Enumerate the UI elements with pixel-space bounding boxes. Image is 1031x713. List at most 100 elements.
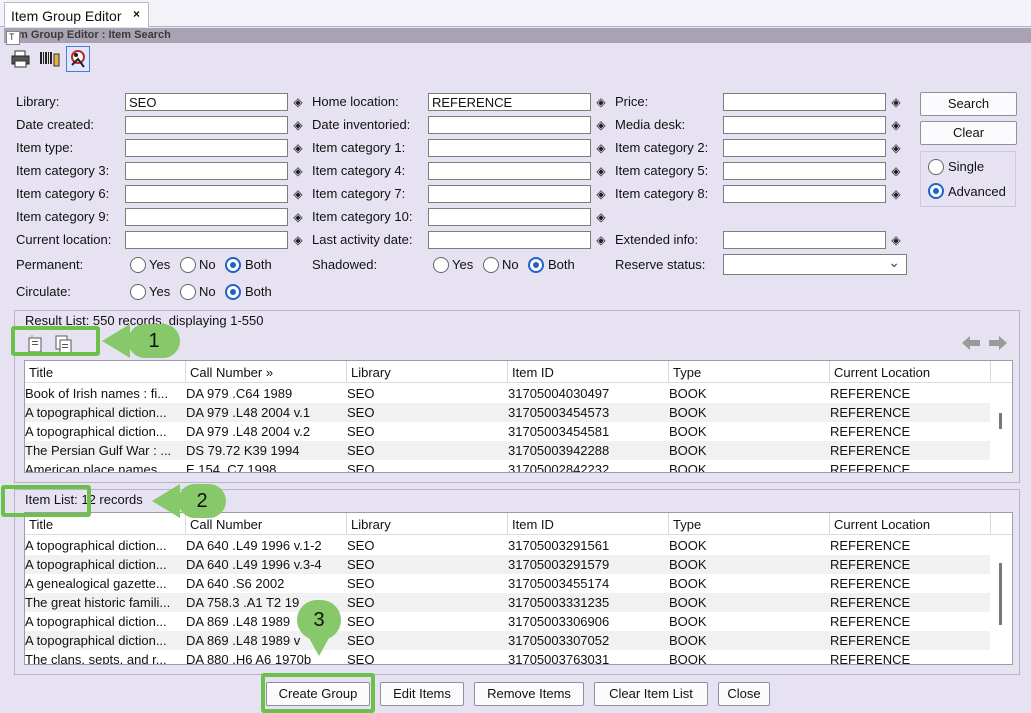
scrollbar-thumb[interactable]	[999, 413, 1002, 429]
shadowed-yes-radio[interactable]	[433, 257, 449, 273]
table-row[interactable]: A genealogical gazette... DA 640 .S6 200…	[25, 574, 991, 593]
last-activity-date-field[interactable]	[428, 231, 591, 249]
item-list-scrollbar[interactable]	[990, 535, 1012, 664]
edit-items-button[interactable]: Edit Items	[380, 682, 464, 706]
extended-info-picker-icon[interactable]: ◈	[889, 232, 903, 248]
circulate-both-radio[interactable]	[225, 284, 241, 300]
close-icon[interactable]: ×	[133, 7, 140, 21]
item-type-field[interactable]	[125, 139, 288, 157]
column-header-current-location[interactable]: Current Location	[830, 513, 991, 535]
column-header-item-id[interactable]: Item ID	[508, 513, 669, 535]
clear-item-list-button[interactable]: Clear Item List	[594, 682, 708, 706]
item-category-10-field[interactable]	[428, 208, 591, 226]
media-desk-field[interactable]	[723, 116, 886, 134]
cell-type: BOOK	[669, 595, 707, 610]
price-field[interactable]	[723, 93, 886, 111]
item-category-7-picker-icon[interactable]: ◈	[594, 186, 608, 202]
column-header-item-id[interactable]: Item ID	[508, 361, 669, 383]
column-header-library[interactable]: Library	[347, 361, 508, 383]
library-field[interactable]: SEO	[125, 93, 288, 111]
result-list-table[interactable]: Title Call Number » Library Item ID Type…	[24, 360, 1013, 473]
single-mode-radio[interactable]	[928, 159, 944, 175]
item-category-6-field[interactable]	[125, 185, 288, 203]
column-header-title[interactable]: Title	[25, 361, 186, 383]
table-row[interactable]: A topographical diction... DA 979 .L48 2…	[25, 403, 991, 422]
permanent-both-radio[interactable]	[225, 257, 241, 273]
media-desk-picker-icon[interactable]: ◈	[889, 117, 903, 133]
extended-info-field[interactable]	[723, 231, 886, 249]
column-header-library[interactable]: Library	[347, 513, 508, 535]
date-created-field[interactable]	[125, 116, 288, 134]
table-row[interactable]: The great historic famili... DA 758.3 .A…	[25, 593, 991, 612]
scrollbar-thumb[interactable]	[999, 563, 1002, 625]
search-button[interactable]: Search	[920, 92, 1017, 116]
permanent-yes-radio[interactable]	[130, 257, 146, 273]
item-list-table[interactable]: Title Call Number Library Item ID Type C…	[24, 512, 1013, 665]
cell-item-id: 31705003331235	[508, 595, 610, 610]
item-category-6-picker-icon[interactable]: ◈	[291, 186, 305, 202]
current-location-picker-icon[interactable]: ◈	[291, 232, 305, 248]
table-row[interactable]: A topographical diction... DA 869 .L48 1…	[25, 612, 991, 631]
item-category-7-field[interactable]	[428, 185, 591, 203]
table-row[interactable]: The clans, septs, and r... DA 880 .H6 A6…	[25, 650, 991, 664]
item-category-8-field[interactable]	[723, 185, 886, 203]
home-location-picker-icon[interactable]: ◈	[594, 94, 608, 110]
date-inventoried-picker-icon[interactable]: ◈	[594, 117, 608, 133]
advanced-mode-radio[interactable]	[928, 183, 944, 199]
circulate-yes-radio[interactable]	[130, 284, 146, 300]
permanent-no-radio[interactable]	[180, 257, 196, 273]
table-row[interactable]: Book of Irish names : fi... DA 979 .C64 …	[25, 384, 991, 403]
item-category-2-picker-icon[interactable]: ◈	[889, 140, 903, 156]
table-row[interactable]: A topographical diction... DA 979 .L48 2…	[25, 422, 991, 441]
wizard-icon[interactable]	[66, 46, 90, 72]
tab-item-group-editor[interactable]: Item Group Editor ×	[4, 2, 149, 27]
item-category-1-field[interactable]	[428, 139, 591, 157]
date-created-picker-icon[interactable]: ◈	[291, 117, 305, 133]
date-inventoried-field[interactable]	[428, 116, 591, 134]
item-category-8-picker-icon[interactable]: ◈	[889, 186, 903, 202]
cell-call-number: E 154 .C7 1998	[186, 462, 277, 473]
item-category-5-picker-icon[interactable]: ◈	[889, 163, 903, 179]
table-row[interactable]: American place names ... E 154 .C7 1998 …	[25, 460, 991, 473]
remove-items-button[interactable]: Remove Items	[474, 682, 584, 706]
previous-arrow-icon[interactable]	[960, 334, 982, 352]
column-header-call-number[interactable]: Call Number »	[186, 361, 347, 383]
item-category-9-field[interactable]	[125, 208, 288, 226]
column-header-type[interactable]: Type	[669, 513, 830, 535]
library-picker-icon[interactable]: ◈	[291, 94, 305, 110]
table-row[interactable]: The Persian Gulf War : ... DS 79.72 K39 …	[25, 441, 991, 460]
item-category-3-picker-icon[interactable]: ◈	[291, 163, 305, 179]
column-header-current-location[interactable]: Current Location	[830, 361, 991, 383]
next-arrow-icon[interactable]	[987, 334, 1009, 352]
item-category-1-picker-icon[interactable]: ◈	[594, 140, 608, 156]
printer-icon[interactable]	[10, 48, 34, 74]
item-category-5-field[interactable]	[723, 162, 886, 180]
cell-library: SEO	[347, 443, 375, 458]
result-list-scrollbar[interactable]	[990, 383, 1012, 472]
table-row[interactable]: A topographical diction... DA 640 .L49 1…	[25, 555, 991, 574]
close-button[interactable]: Close	[718, 682, 770, 706]
circulate-no-radio[interactable]	[180, 284, 196, 300]
item-category-3-field[interactable]	[125, 162, 288, 180]
reserve-status-label: Reserve status:	[615, 257, 706, 272]
item-type-picker-icon[interactable]: ◈	[291, 140, 305, 156]
item-category-10-picker-icon[interactable]: ◈	[594, 209, 608, 225]
shadowed-both-radio[interactable]	[528, 257, 544, 273]
item-category-2-field[interactable]	[723, 139, 886, 157]
barcode-icon[interactable]	[38, 48, 62, 74]
table-row[interactable]: A topographical diction... DA 640 .L49 1…	[25, 536, 991, 555]
item-category-8-label: Item category 8:	[615, 186, 709, 201]
callout-2-number: 2	[196, 490, 208, 512]
column-header-type[interactable]: Type	[669, 361, 830, 383]
reserve-status-select[interactable]: ⌄	[723, 254, 907, 275]
shadowed-no-radio[interactable]	[483, 257, 499, 273]
table-row[interactable]: A topographical diction... DA 869 .L48 1…	[25, 631, 991, 650]
home-location-field[interactable]: REFERENCE	[428, 93, 591, 111]
item-category-9-picker-icon[interactable]: ◈	[291, 209, 305, 225]
clear-button[interactable]: Clear	[920, 121, 1017, 145]
item-category-4-picker-icon[interactable]: ◈	[594, 163, 608, 179]
last-activity-date-picker-icon[interactable]: ◈	[594, 232, 608, 248]
item-category-4-field[interactable]	[428, 162, 591, 180]
current-location-field[interactable]	[125, 231, 288, 249]
price-picker-icon[interactable]: ◈	[889, 94, 903, 110]
